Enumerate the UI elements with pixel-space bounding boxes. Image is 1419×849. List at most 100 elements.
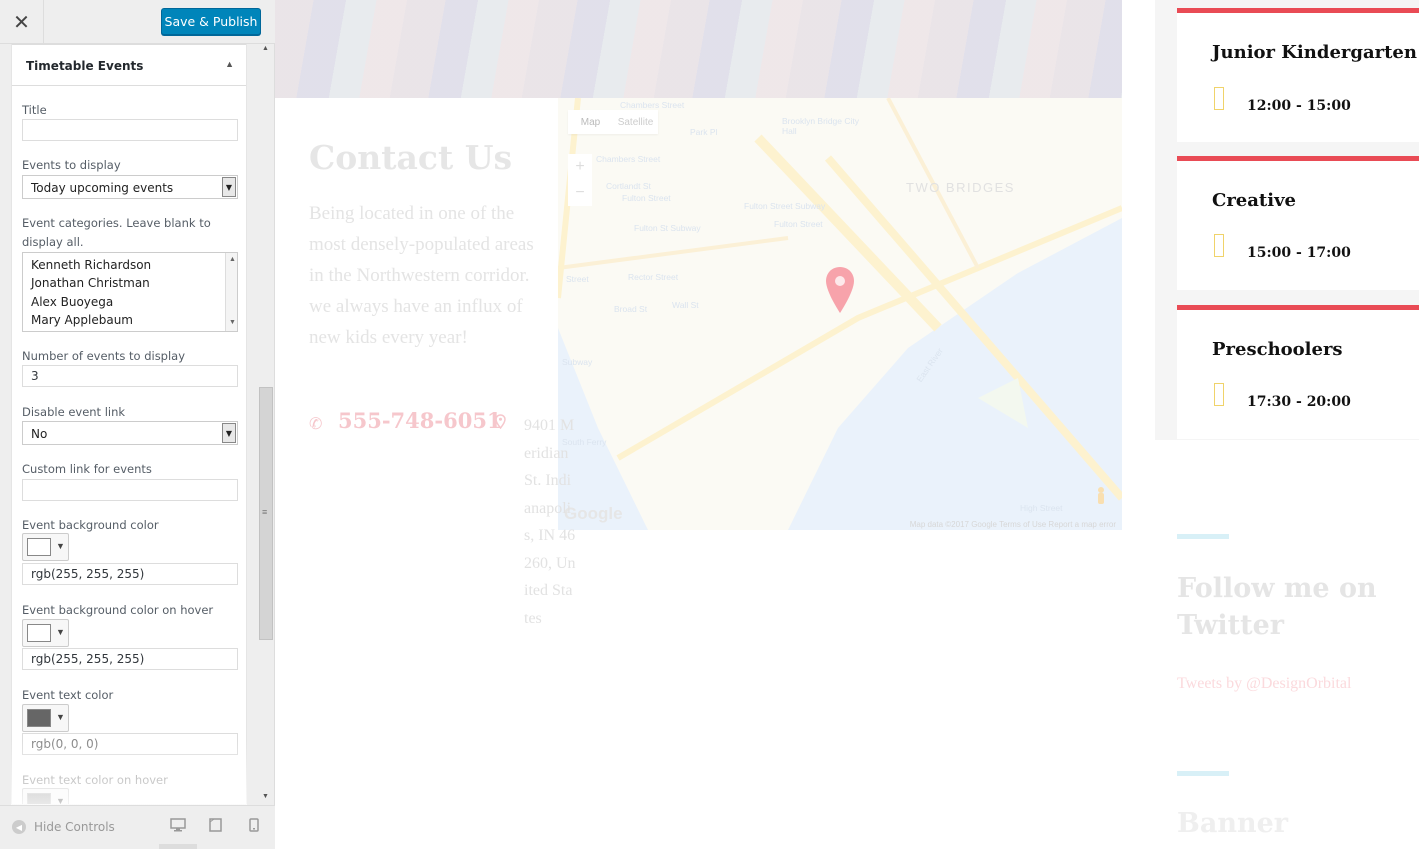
list-item[interactable]: Mary Applebaum xyxy=(23,311,237,329)
scroll-up-icon[interactable]: ▲ xyxy=(229,256,236,263)
street-label: Fulton Street Subway xyxy=(744,201,826,211)
street-label: Subway xyxy=(562,357,593,367)
banner-widget-title: Banner xyxy=(1177,808,1288,839)
clock-icon xyxy=(1214,87,1224,110)
map-type-map[interactable]: Map xyxy=(568,110,613,134)
mobile-icon[interactable] xyxy=(249,818,259,835)
clock-icon xyxy=(1214,383,1224,406)
contact-phone[interactable]: 555-748-6051 xyxy=(338,408,502,433)
map-type-satellite[interactable]: Satellite xyxy=(613,110,658,134)
custom-link-input[interactable] xyxy=(22,479,238,501)
color-swatch xyxy=(27,793,51,804)
color-swatch xyxy=(27,624,51,642)
bg-color-hover-input[interactable]: rgb(255, 255, 255) xyxy=(22,648,238,670)
text-color-hover-picker-button[interactable]: ▼ xyxy=(22,788,69,804)
contact-text: Being located in one of the most densely… xyxy=(309,203,534,348)
caret-down-icon: ▼ xyxy=(56,712,65,722)
location-pin-icon xyxy=(495,414,506,432)
save-publish-button[interactable]: Save & Publish xyxy=(161,8,261,35)
title-input[interactable] xyxy=(22,119,238,141)
select-arrow-icon[interactable]: ▼ xyxy=(222,423,236,443)
events-to-display-select[interactable]: Today upcoming events ▼ xyxy=(22,175,238,199)
event-categories-listbox[interactable]: Kenneth Richardson Jonathan Christman Al… xyxy=(22,252,238,332)
event-categories-label: Event categories. Leave blank to display… xyxy=(22,216,211,249)
close-icon[interactable]: ✕ xyxy=(0,0,44,44)
street-label: Fulton St Subway xyxy=(634,223,701,233)
text-color-input[interactable]: rgb(0, 0, 0) xyxy=(22,733,238,755)
event-card[interactable]: Junior Kindergarten 12:00 - 15:00 xyxy=(1177,8,1419,142)
widget-accent-bar xyxy=(1177,771,1229,776)
street-label: High Street xyxy=(1020,503,1063,513)
street-label: Chambers Street xyxy=(596,154,661,164)
collapse-icon: ◀ xyxy=(12,820,26,834)
event-title[interactable]: Preschoolers xyxy=(1212,339,1343,360)
caret-down-icon: ▼ xyxy=(56,796,65,804)
map-pin-icon[interactable] xyxy=(824,265,856,315)
scroll-down-icon[interactable]: ▼ xyxy=(262,793,269,800)
tablet-icon[interactable] xyxy=(209,818,222,835)
desktop-icon[interactable] xyxy=(170,818,186,835)
select-arrow-icon[interactable]: ▼ xyxy=(222,177,236,197)
event-time: 12:00 - 15:00 xyxy=(1247,98,1351,114)
section-title: Timetable Events xyxy=(26,59,144,73)
disable-event-link-select[interactable]: No ▼ xyxy=(22,421,238,445)
caret-down-icon: ▼ xyxy=(56,627,65,637)
events-to-display-value: Today upcoming events xyxy=(31,181,174,195)
bg-color-picker-button[interactable]: ▼ xyxy=(22,533,69,561)
event-title[interactable]: Creative xyxy=(1212,190,1296,211)
bg-color-hover-label: Event background color on hover xyxy=(22,603,214,617)
phone-icon: ✆ xyxy=(309,416,323,433)
device-active-indicator xyxy=(159,844,197,849)
event-time: 17:30 - 20:00 xyxy=(1247,394,1351,410)
number-of-events-label: Number of events to display xyxy=(22,349,186,363)
caret-up-icon[interactable]: ▲ xyxy=(225,59,234,69)
color-swatch xyxy=(27,538,51,556)
events-to-display-label: Events to display xyxy=(22,158,121,172)
zoom-in-button[interactable]: + xyxy=(568,154,592,180)
map-zoom-control[interactable]: + − xyxy=(568,154,592,206)
list-item[interactable]: Kenneth Richardson xyxy=(23,256,237,274)
custom-link-label: Custom link for events xyxy=(22,462,152,476)
map-area-label: TWO BRIDGES xyxy=(906,180,1015,195)
google-map[interactable]: Chambers Street Park Pl Brooklyn Bridge … xyxy=(558,98,1122,530)
street-label: Chambers Street xyxy=(620,100,685,110)
event-time: 15:00 - 17:00 xyxy=(1247,245,1351,261)
street-label: Brooklyn Bridge City Hall xyxy=(782,116,860,136)
street-label: Wall St xyxy=(672,300,699,310)
map-credits[interactable]: Map data ©2017 Google Terms of Use Repor… xyxy=(910,520,1116,529)
event-card[interactable]: Preschoolers 17:30 - 20:00 xyxy=(1177,305,1419,439)
zoom-out-button[interactable]: − xyxy=(568,180,592,206)
event-card[interactable]: Creative 15:00 - 17:00 xyxy=(1177,156,1419,290)
number-of-events-input[interactable]: 3 xyxy=(22,365,238,387)
listbox-scrollbar[interactable]: ▲ ▼ xyxy=(225,253,237,331)
bg-color-hover-picker-button[interactable]: ▼ xyxy=(22,619,69,647)
scroll-up-icon[interactable]: ▲ xyxy=(262,45,269,52)
hide-controls-label: Hide Controls xyxy=(34,820,115,834)
title-label: Title xyxy=(22,103,47,117)
list-item[interactable]: Jonathan Christman xyxy=(23,274,237,292)
text-color-picker-button[interactable]: ▼ xyxy=(22,704,69,732)
scroll-grip-icon: ≡ xyxy=(262,507,268,517)
color-swatch xyxy=(27,709,51,727)
pegman-icon[interactable] xyxy=(1095,486,1107,506)
tweets-link[interactable]: Tweets by @DesignOrbital xyxy=(1177,675,1351,693)
map-type-toggle[interactable]: Map Satellite xyxy=(568,110,658,134)
event-title[interactable]: Junior Kindergarten xyxy=(1212,42,1417,63)
street-label: Street xyxy=(566,274,589,284)
section-header[interactable]: Timetable Events ▲ xyxy=(12,44,246,86)
hide-controls-button[interactable]: ◀ Hide Controls xyxy=(12,820,115,834)
customizer-sidebar: ✕ Save & Publish Timetable Events ▲ Titl… xyxy=(0,0,275,849)
caret-down-icon: ▼ xyxy=(56,541,65,551)
scroll-down-icon[interactable]: ▼ xyxy=(229,319,236,326)
clock-icon xyxy=(1214,234,1224,257)
street-label: Cortlandt St xyxy=(606,181,651,191)
hero-image xyxy=(275,0,1122,98)
site-preview[interactable]: Chambers Street Park Pl Brooklyn Bridge … xyxy=(275,0,1419,849)
list-item[interactable]: Alex Buoyega xyxy=(23,293,237,311)
twitter-widget-title: Follow me on Twitter xyxy=(1177,573,1377,641)
contact-address: 9401 Meridian St. Indianapolis, IN 46260… xyxy=(524,417,576,627)
customizer-header: ✕ Save & Publish xyxy=(0,0,275,44)
bg-color-input[interactable]: rgb(255, 255, 255) xyxy=(22,563,238,585)
street-label: Broad St xyxy=(614,304,648,314)
street-label: Park Pl xyxy=(690,127,718,137)
